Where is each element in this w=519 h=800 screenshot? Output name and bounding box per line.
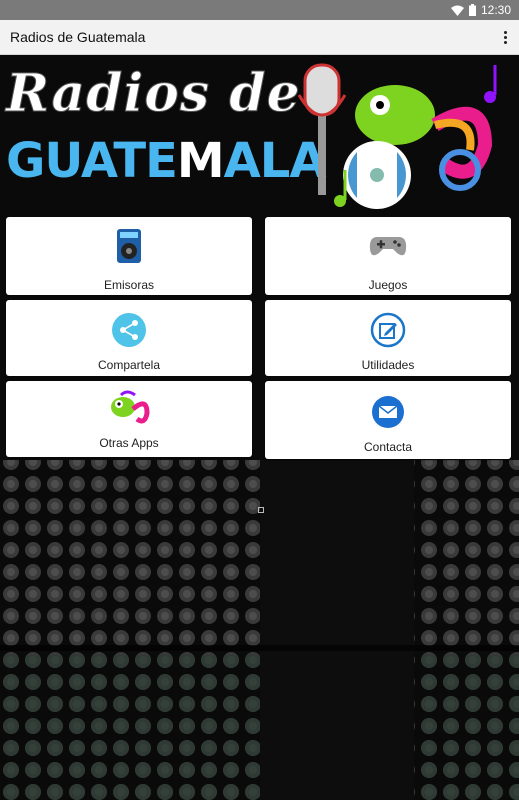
banner-title-line2: GUATEMALA [6, 133, 327, 189]
share-icon [112, 313, 146, 347]
status-bar: 12:30 [0, 0, 519, 20]
menu-tile-label: Otras Apps [99, 436, 159, 450]
menu-tile-contacta[interactable]: Contacta [265, 381, 511, 459]
battery-icon [468, 4, 476, 16]
menu-tile-emisoras[interactable]: Emisoras [6, 217, 252, 295]
radio-icon [117, 229, 141, 263]
app-title: Radios de Guatemala [10, 29, 146, 45]
menu-tile-compartela[interactable]: Compartela [6, 300, 252, 376]
guatemala-flag-icon [343, 141, 411, 209]
banner-artwork [297, 63, 497, 209]
status-time: 12:30 [480, 3, 511, 17]
main-content: Radios de GUATEMALA Emisoras Juegos Comp… [0, 55, 519, 800]
app-bar: Radios de Guatemala [0, 20, 519, 55]
menu-tile-label: Utilidades [361, 358, 415, 372]
wifi-icon [450, 5, 464, 16]
banner-title-line1: Radios de [6, 63, 301, 125]
microphone-icon [297, 63, 347, 195]
menu-tile-otras-apps[interactable]: Otras Apps [6, 381, 252, 457]
menu-tile-label: Juegos [368, 278, 408, 292]
overflow-menu-icon[interactable] [499, 27, 511, 47]
header-banner: Radios de GUATEMALA [0, 55, 519, 215]
menu-tile-label: Contacta [363, 440, 413, 454]
status-icons: 12:30 [450, 3, 511, 17]
menu-tile-label: Emisoras [103, 278, 154, 292]
mail-icon [372, 396, 404, 428]
focus-marker [258, 507, 264, 513]
menu-tile-utilidades[interactable]: Utilidades [265, 300, 511, 376]
menu-tile-label: Compartela [97, 358, 161, 372]
chameleon-icon [111, 390, 150, 424]
gamepad-icon [369, 237, 407, 256]
edit-icon [370, 312, 406, 348]
menu-tile-juegos[interactable]: Juegos [265, 217, 511, 295]
